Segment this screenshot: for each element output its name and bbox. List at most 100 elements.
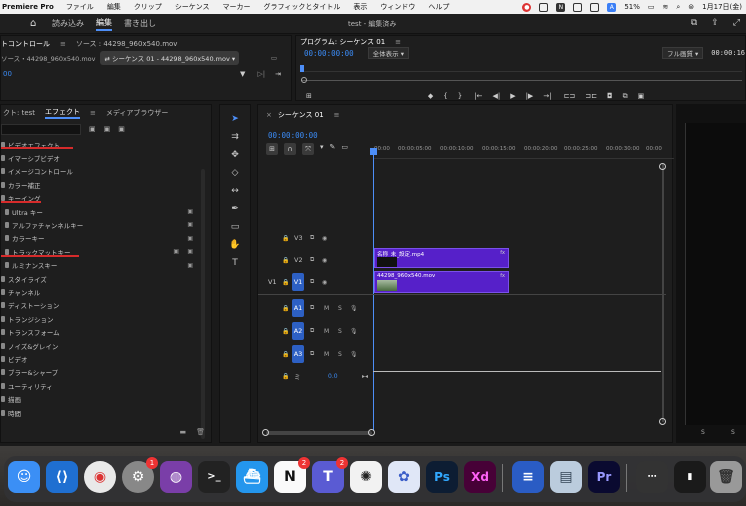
yuv-effects-icon[interactable]: ▣ (118, 125, 125, 133)
workspace-tab-export[interactable]: 書き出し (124, 18, 156, 29)
go-to-out-icon[interactable]: →| (543, 92, 551, 100)
nest-icon[interactable]: ⊞ (266, 143, 278, 155)
effects-folder[interactable]: チャンネル (1, 285, 201, 298)
chatgpt-icon[interactable]: ✺ (350, 461, 382, 493)
mark-out-bracket-icon[interactable]: } (458, 92, 462, 100)
track-target-a2[interactable]: A2 (292, 322, 304, 340)
add-marker-icon[interactable]: ⊞ (306, 92, 312, 100)
fullscreen-icon[interactable]: ⧉ (691, 18, 697, 28)
vr-icon[interactable]: ▣ (638, 92, 645, 100)
lock-icon[interactable]: 🔒 (282, 351, 289, 358)
program-menu-icon[interactable]: ≡ (395, 38, 401, 46)
timeline-horizontal-scrollbar[interactable] (266, 431, 372, 435)
effects-folder[interactable]: ユーティリティ (1, 379, 201, 392)
search-icon[interactable]: ⌕ (676, 3, 680, 12)
downloads-icon[interactable]: ⋯ (636, 461, 668, 493)
rectangle-tool-icon[interactable]: ▭ (229, 221, 241, 233)
export-frame-icon[interactable]: ◘ (607, 92, 613, 100)
export-icon[interactable]: ⇥ (275, 70, 281, 78)
clock-icon[interactable] (573, 2, 583, 12)
timeline-menu-icon[interactable]: ≡ (334, 111, 340, 119)
effects-folder[interactable]: トランジション (1, 312, 201, 325)
32bit-effects-icon[interactable]: ▣ (104, 125, 111, 133)
solo-button[interactable]: S (338, 351, 342, 358)
effects-folder[interactable]: イマーシブビデオ (1, 151, 201, 164)
track-target-a1[interactable]: A1 (292, 299, 304, 317)
effects-folder[interactable]: スタイライズ (1, 272, 201, 285)
scroll-handle-bottom[interactable] (659, 418, 666, 425)
track-name[interactable]: V3 (294, 234, 303, 242)
tab-program[interactable]: プログラム: シーケンス 01 (300, 37, 385, 47)
lock-icon[interactable]: 🔒 (282, 305, 289, 312)
lock-icon[interactable]: 🔒 (282, 257, 289, 264)
accelerated-effects-icon[interactable]: ▣ (89, 125, 96, 133)
track-select-tool-icon[interactable]: ⇉ (229, 131, 241, 143)
notion-icon[interactable]: N2 (274, 457, 310, 493)
effects-folder[interactable]: ブラー&シャープ (1, 366, 201, 379)
go-to-in-icon[interactable]: |← (474, 92, 482, 100)
fit-dropdown[interactable]: 全体表示 ▾ (367, 47, 410, 59)
home-icon[interactable]: ⌂ (30, 18, 40, 29)
lift-icon[interactable]: ⊏⊐ (564, 92, 576, 100)
control-center-icon[interactable]: ⊜ (688, 3, 694, 11)
finder-icon[interactable]: ☺ (8, 461, 40, 493)
track-target-v1[interactable]: V1 (292, 273, 304, 291)
play-only-icon[interactable]: ▷| (257, 70, 265, 78)
track-name[interactable]: V2 (294, 256, 303, 264)
solo-button[interactable]: S (338, 328, 342, 335)
github-desktop-icon[interactable]: ◍ (160, 461, 192, 493)
source-patch[interactable]: V1 (268, 278, 277, 286)
preview-icon[interactable]: ▤ (550, 461, 582, 493)
lock-icon[interactable]: 🔒 (282, 328, 289, 335)
quality-dropdown[interactable]: フル画質 ▾ (661, 47, 704, 59)
zoom-handle-left[interactable] (301, 77, 307, 83)
playhead[interactable] (373, 148, 374, 431)
master-volume-line[interactable] (373, 371, 661, 372)
source-clip-label[interactable]: ソース・44298_960x540.mov (1, 53, 95, 63)
video-audio-divider[interactable] (258, 294, 666, 295)
effects-folder[interactable]: ディストーション (1, 299, 201, 312)
xd-icon[interactable]: Xd (464, 461, 496, 493)
menu-view[interactable]: 表示 (353, 2, 367, 12)
tab-source[interactable]: ソース : 44298_960x540.mov (76, 39, 178, 49)
chrome-icon[interactable]: ◉ (84, 461, 116, 493)
comparison-view-icon[interactable]: ⧉ (623, 92, 628, 101)
effects-scrollbar[interactable] (201, 169, 205, 439)
timeline-ruler[interactable]: 00:00 00:00:05:00 00:00:10:00 00:00:15:0… (374, 145, 674, 159)
effect-item[interactable]: Ultra キー ▣ (1, 205, 201, 218)
sync-lock-icon[interactable]: ⧉ (310, 234, 314, 242)
hscroll-handle-right[interactable] (368, 429, 375, 436)
expand-icon[interactable]: ⤢ (733, 18, 740, 28)
sync-lock-icon[interactable]: ⧉ (310, 256, 314, 264)
mute-button[interactable]: M (324, 305, 329, 312)
sequence-clip-chip[interactable]: ⇄ シーケンス 01 - 44298_960x540.mov ▾ (100, 51, 240, 65)
hand-tool-icon[interactable]: ✋ (229, 239, 241, 251)
new-bin-icon[interactable]: ▬ (179, 428, 186, 436)
menubar-date[interactable]: 1月17日(金) (702, 2, 742, 12)
razor-tool-icon[interactable]: ◇ (229, 167, 241, 179)
trash-icon[interactable]: 🗑 (196, 428, 205, 436)
type-tool-icon[interactable]: T (229, 257, 241, 269)
lock-icon[interactable]: 🔒 (282, 235, 289, 242)
selection-tool-icon[interactable]: ➤ (229, 113, 241, 125)
wrench-icon[interactable]: ✎ (330, 143, 336, 155)
tab-sequence[interactable]: シーケンス 01 (278, 110, 324, 120)
input-source-icon[interactable]: A (607, 2, 617, 12)
program-ruler[interactable] (302, 66, 742, 72)
record-icon[interactable]: ● (522, 2, 532, 12)
solo-label-right[interactable]: S (731, 429, 735, 436)
effects-folder[interactable]: イメージコントロール (1, 165, 201, 178)
menu-graphics[interactable]: グラフィックとタイトル (263, 2, 340, 12)
sync-lock-icon[interactable]: ⧉ (310, 304, 314, 312)
effects-folder[interactable]: トランスフォーム (1, 325, 201, 338)
menu-sequence[interactable]: シーケンス (175, 2, 210, 12)
filter-icon[interactable]: ▼ (240, 70, 245, 78)
effect-item[interactable]: アルファチャンネルキー ▣ (1, 218, 201, 231)
step-back-icon[interactable]: ◀| (492, 92, 500, 100)
premiere-icon[interactable]: Pr (588, 461, 620, 493)
tab-effect-controls[interactable]: トコントロール (1, 39, 50, 49)
eye-icon[interactable]: ◉ (322, 235, 327, 242)
teams-icon[interactable]: T2 (312, 457, 348, 493)
menu-window[interactable]: ウィンドウ (380, 2, 415, 12)
effect-item[interactable]: カラーキー ▣ (1, 232, 201, 245)
